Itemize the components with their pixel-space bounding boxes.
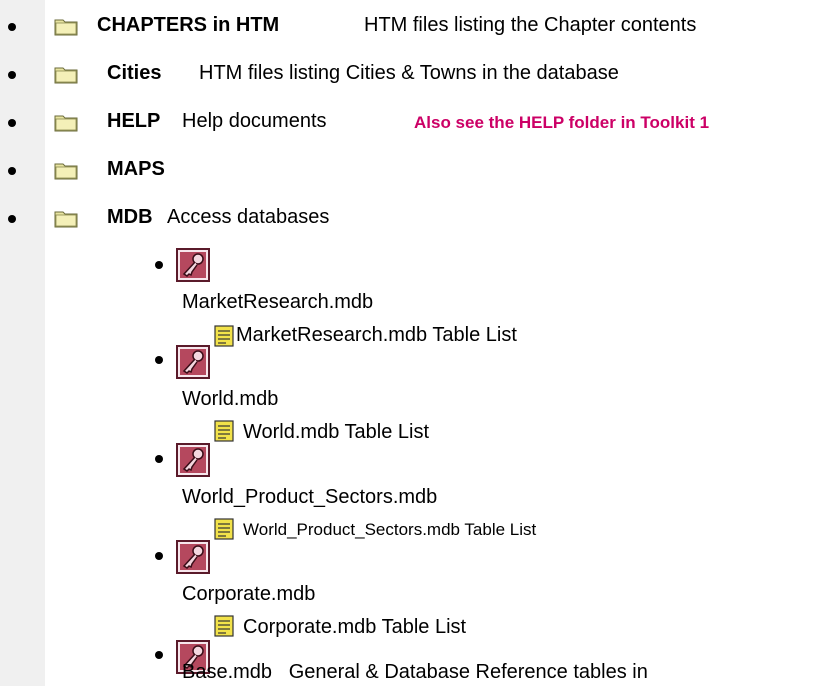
help-note-link[interactable]: Also see the HELP folder in Toolkit 1 [414, 113, 709, 133]
document-icon[interactable] [214, 615, 234, 637]
bullet [155, 651, 163, 659]
folder-name[interactable]: MDB [107, 206, 153, 229]
access-database-icon[interactable] [176, 443, 210, 477]
bullet [8, 119, 16, 127]
db-file-link[interactable]: Base.mdb General & Database Reference ta… [182, 661, 648, 684]
folder-name[interactable]: MAPS [107, 158, 165, 181]
table-list-link[interactable]: World_Product_Sectors.mdb Table List [243, 520, 536, 540]
bullet [155, 455, 163, 463]
bullet [155, 356, 163, 364]
folder-name[interactable]: Cities [107, 62, 161, 85]
document-icon[interactable] [214, 518, 234, 540]
bullet [8, 167, 16, 175]
folder-icon[interactable] [54, 208, 78, 228]
left-margin-band [0, 0, 45, 686]
bullet [8, 71, 16, 79]
access-database-icon[interactable] [176, 345, 210, 379]
document-icon[interactable] [214, 420, 234, 442]
folder-icon[interactable] [54, 64, 78, 84]
access-database-icon[interactable] [176, 540, 210, 574]
folder-description: Help documents [182, 110, 327, 132]
folder-description: HTM files listing the Chapter contents [364, 14, 697, 36]
bullet [155, 261, 163, 269]
table-list-link[interactable]: World.mdb Table List [243, 421, 429, 444]
bullet [8, 23, 16, 31]
db-file-link[interactable]: World.mdb [182, 388, 278, 411]
folder-icon[interactable] [54, 16, 78, 36]
bullet [155, 552, 163, 560]
bullet [8, 215, 16, 223]
folder-icon[interactable] [54, 112, 78, 132]
folder-name[interactable]: HELP [107, 110, 160, 133]
folder-description: HTM files listing Cities & Towns in the … [199, 62, 619, 84]
table-list-link[interactable]: Corporate.mdb Table List [243, 616, 466, 639]
db-file-link[interactable]: World_Product_Sectors.mdb [182, 486, 437, 509]
access-database-icon[interactable] [176, 248, 210, 282]
folder-description: Access databases [167, 206, 330, 228]
db-file-link[interactable]: Corporate.mdb [182, 583, 315, 606]
db-file-link[interactable]: MarketResearch.mdb [182, 291, 373, 314]
document-icon[interactable] [214, 325, 234, 347]
table-list-link[interactable]: MarketResearch.mdb Table List [236, 324, 517, 347]
folder-name[interactable]: CHAPTERS in HTM [97, 14, 279, 37]
folder-icon[interactable] [54, 160, 78, 180]
